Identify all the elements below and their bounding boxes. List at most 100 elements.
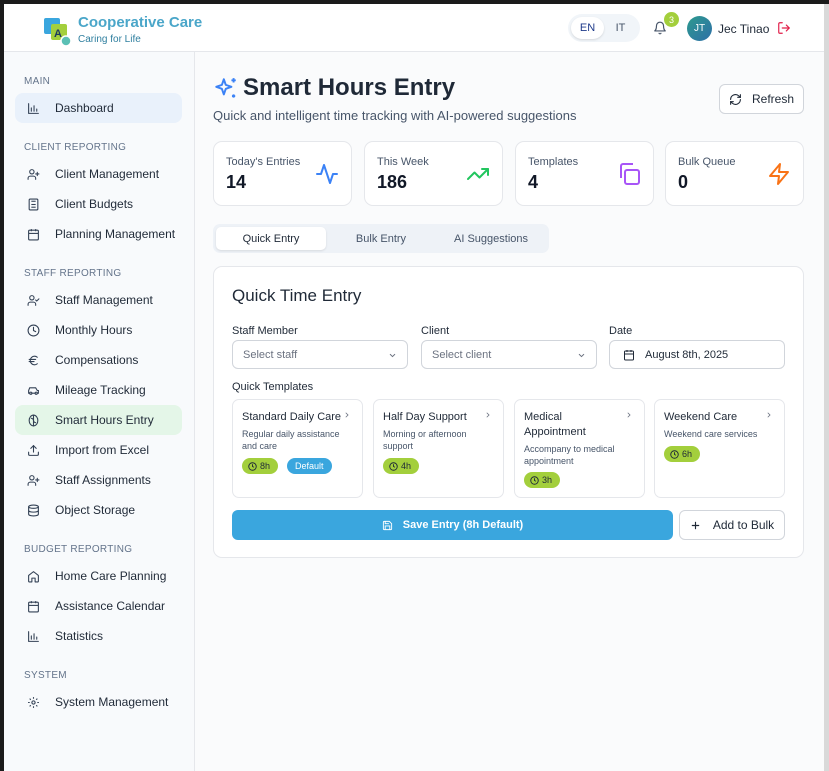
template-card-weekend-care[interactable]: Weekend Care Weekend care services 6h — [654, 399, 785, 498]
template-card-half-day-support[interactable]: Half Day Support Morning or afternoon su… — [373, 399, 504, 498]
stat-value: 0 — [678, 172, 689, 192]
hours-badge: 3h — [524, 472, 561, 488]
euro-icon — [28, 355, 38, 365]
upload-icon — [28, 444, 39, 456]
tab-quick-entry[interactable]: Quick Entry — [216, 227, 326, 250]
sidebar-item-label: Assistance Calendar — [55, 599, 166, 613]
stat-card-this-week: This Week 186 — [364, 141, 503, 206]
template-title: Weekend Care — [664, 411, 738, 423]
sidebar-item-label: Object Storage — [55, 503, 136, 517]
sidebar-item-import-from-excel[interactable]: Import from Excel — [15, 435, 182, 465]
user-name[interactable]: Jec Tinao — [718, 22, 769, 36]
section-label-client-reporting: CLIENT REPORTING — [24, 142, 127, 153]
brand-subtitle: Caring for Life — [78, 34, 141, 45]
sidebar-item-client-budgets[interactable]: Client Budgets — [15, 189, 182, 219]
sidebar-item-label: Staff Management — [55, 293, 153, 307]
sidebar-item-planning-management[interactable]: Planning Management — [15, 219, 182, 249]
refresh-label: Refresh — [751, 92, 795, 106]
logout-icon[interactable] — [777, 21, 791, 35]
sidebar-item-monthly-hours[interactable]: Monthly Hours — [15, 315, 182, 345]
add-to-bulk-label: Add to Bulk — [712, 518, 775, 532]
template-title: Standard Daily Care — [242, 411, 342, 423]
stat-card-bulk-queue: Bulk Queue 0 — [665, 141, 804, 206]
sidebar-item-object-storage[interactable]: Object Storage — [15, 495, 182, 525]
gear-icon — [28, 696, 39, 708]
sidebar-item-assistance-calendar[interactable]: Assistance Calendar — [15, 591, 182, 621]
clock-icon — [530, 475, 539, 485]
template-title: Half Day Support — [383, 411, 467, 423]
calculator-icon — [28, 198, 39, 210]
sidebar-item-staff-assignments[interactable]: Staff Assignments — [15, 465, 182, 495]
brain-icon — [28, 414, 39, 426]
avatar[interactable]: JT — [687, 16, 712, 41]
chevron-down-icon — [389, 353, 396, 358]
page-title: Smart Hours Entry — [243, 74, 456, 101]
add-to-bulk-button[interactable]: Add to Bulk — [679, 510, 785, 540]
section-label-main: MAIN — [24, 76, 51, 87]
sidebar-item-dashboard[interactable]: Dashboard — [15, 93, 182, 123]
sidebar-item-system-management[interactable]: System Management — [15, 687, 182, 717]
template-card-medical-appointment[interactable]: Medical Appointment Accompany to medical… — [514, 399, 645, 498]
chevron-right-icon — [486, 412, 490, 418]
sparkles-icon — [215, 78, 236, 98]
language-switcher: EN IT — [568, 14, 640, 42]
user-plus-icon — [27, 474, 40, 486]
language-en-button[interactable]: EN — [571, 17, 604, 39]
template-description: Morning or afternoon support — [383, 429, 467, 451]
stat-value: 14 — [226, 172, 247, 192]
users-icon — [27, 168, 40, 180]
chevron-right-icon — [627, 412, 631, 418]
stat-label: This Week — [377, 156, 429, 168]
trending-up-icon — [467, 168, 489, 180]
staff-label: Staff Member — [232, 325, 298, 337]
stat-label: Bulk Queue — [678, 156, 736, 168]
stat-card-todays-entries: Today's Entries 14 — [213, 141, 352, 206]
stat-label: Today's Entries — [226, 156, 301, 168]
hours-value: 6h — [682, 449, 693, 459]
calendar-icon — [28, 600, 39, 612]
staff-select[interactable]: Select staff — [232, 340, 408, 369]
sidebar-item-client-management[interactable]: Client Management — [15, 159, 182, 189]
tab-bulk-entry[interactable]: Bulk Entry — [326, 227, 436, 250]
sidebar-item-compensations[interactable]: Compensations — [15, 345, 182, 375]
language-it-button[interactable]: IT — [604, 17, 637, 39]
app-window: A Cooperative Care Caring for Life EN IT… — [4, 4, 824, 771]
template-description: Regular daily assistance and care — [242, 429, 340, 451]
sidebar-item-statistics[interactable]: Statistics — [15, 621, 182, 651]
bar-chart-icon — [28, 630, 39, 642]
template-card-standard-daily-care[interactable]: Standard Daily Care Regular daily assist… — [232, 399, 363, 498]
client-select[interactable]: Select client — [421, 340, 597, 369]
sidebar-item-mileage-tracking[interactable]: Mileage Tracking — [15, 375, 182, 405]
main-content: Smart Hours Entry Quick and intelligent … — [195, 52, 824, 771]
plus-icon — [691, 521, 700, 529]
hours-badge: 6h — [664, 446, 701, 462]
sidebar-item-label: System Management — [55, 695, 169, 709]
sidebar-item-label: Planning Management — [55, 227, 176, 241]
sidebar: MAIN Dashboard CLIENT REPORTING Client M… — [4, 52, 195, 771]
sidebar-item-smart-hours-entry[interactable]: Smart Hours Entry — [15, 405, 182, 435]
chevron-down-icon — [578, 353, 585, 358]
zap-icon — [769, 163, 789, 185]
hours-badge: 8h — [242, 458, 279, 474]
tab-bar: Quick Entry Bulk Entry AI Suggestions — [213, 224, 549, 253]
refresh-icon — [730, 93, 741, 105]
save-entry-button[interactable]: Save Entry (8h Default) — [232, 510, 673, 540]
stat-label: Templates — [528, 156, 579, 168]
tab-ai-suggestions[interactable]: AI Suggestions — [436, 227, 546, 250]
template-description: Weekend care services — [664, 429, 758, 439]
sidebar-item-label: Mileage Tracking — [55, 383, 146, 397]
sidebar-item-staff-management[interactable]: Staff Management — [15, 285, 182, 315]
refresh-button[interactable]: Refresh — [719, 84, 804, 114]
sidebar-item-label: Client Management — [55, 167, 160, 181]
top-header: A Cooperative Care Caring for Life EN IT… — [4, 4, 824, 52]
sidebar-item-home-care-planning[interactable]: Home Care Planning — [15, 561, 182, 591]
date-picker[interactable]: August 8th, 2025 — [609, 340, 785, 369]
car-icon — [28, 386, 39, 395]
client-placeholder: Select client — [432, 348, 492, 361]
stat-card-templates: Templates 4 — [515, 141, 654, 206]
template-description: Accompany to medical appointment — [524, 444, 615, 466]
staff-placeholder: Select staff — [243, 348, 298, 361]
clock-icon — [27, 324, 40, 336]
default-badge: Default — [287, 458, 332, 474]
clock-icon — [670, 449, 679, 459]
